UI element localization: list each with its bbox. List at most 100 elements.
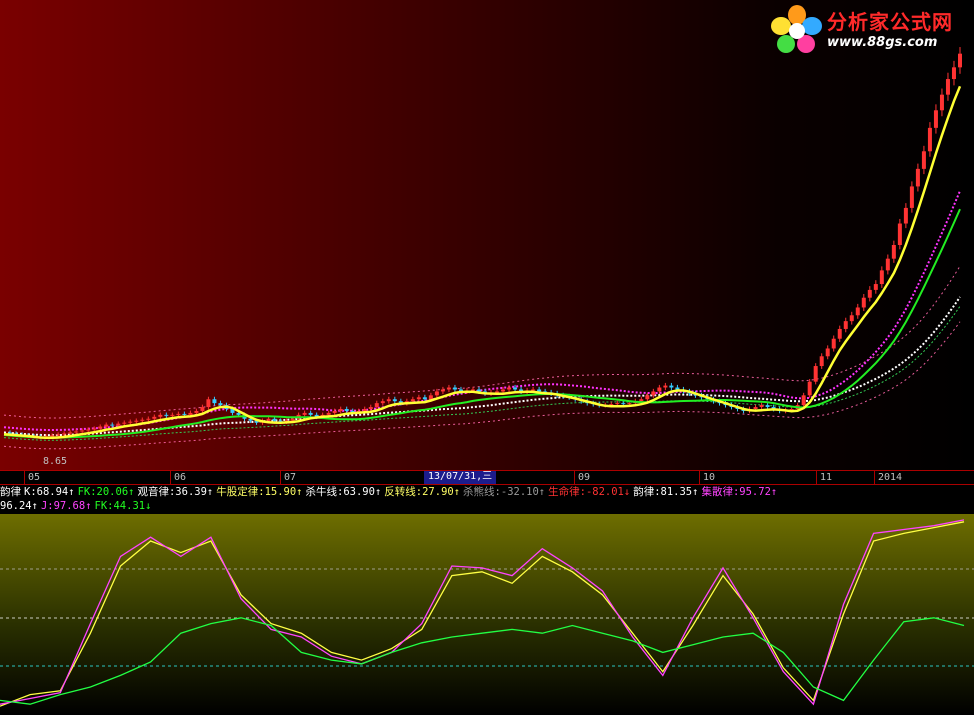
candle-body [212, 399, 217, 404]
legend-entry: 韵律:81.35↑ [633, 486, 699, 498]
candle-body [308, 412, 313, 415]
candle-body [362, 409, 367, 411]
date-cursor-label: 13/07/31,三 [424, 471, 497, 484]
candle-body [434, 391, 439, 396]
date-axis: 05 06 07 13/07/31,三 09 10 11 2014 [0, 470, 974, 485]
candle-body [158, 414, 163, 417]
candle-body [945, 79, 950, 95]
candle-body [903, 207, 908, 224]
candle-body [867, 289, 872, 298]
candle-body [134, 420, 139, 422]
candle-body [645, 395, 650, 400]
candle-body [80, 430, 85, 432]
legend-entry: 牛股定律:15.90↑ [216, 486, 303, 498]
legend-entry: FK:20.06↑ [77, 486, 135, 498]
candle-body [56, 434, 61, 436]
candle-body [657, 387, 662, 392]
candle-body [843, 321, 848, 329]
date-tick-label: 07 [284, 472, 297, 483]
candle-body [50, 435, 55, 437]
date-tick-label: 05 [28, 472, 41, 483]
price-chart[interactable] [0, 0, 974, 470]
candle-body [338, 409, 343, 411]
candle-body [146, 418, 151, 420]
oscillator-chart[interactable] [0, 514, 974, 715]
candle-body [639, 399, 644, 402]
candle-body [753, 407, 758, 409]
date-tick-mark [699, 471, 700, 484]
candle-body [801, 395, 806, 406]
candle-body [819, 356, 824, 367]
date-tick-mark [874, 471, 875, 484]
legend-entry: 集散律:95.72↑ [701, 486, 778, 498]
candle-body [440, 389, 445, 392]
date-tick-mark [170, 471, 171, 484]
candle-body [92, 428, 97, 430]
candle-body [933, 110, 938, 128]
candle-body [410, 399, 415, 402]
candle-body [897, 223, 902, 245]
candle-body [513, 387, 518, 390]
candle-body [188, 412, 193, 415]
candle-body [86, 429, 91, 431]
site-logo: 分析家公式网 www.88gs.com [770, 4, 966, 56]
candle-body [266, 418, 271, 421]
candle-body [218, 403, 223, 406]
legend-entry: 杀牛线:63.90↑ [305, 486, 382, 498]
candle-body [849, 315, 854, 322]
candle-body [627, 403, 632, 405]
candle-body [813, 366, 818, 382]
date-tick-mark [574, 471, 575, 484]
candle-body [140, 419, 145, 421]
candle-body [368, 407, 373, 409]
candle-body [885, 258, 890, 271]
candle-body [531, 389, 536, 391]
candle-body [194, 410, 199, 413]
price-low-label: 8.65 [43, 456, 68, 467]
candle-body [495, 391, 500, 393]
candle-body [290, 418, 295, 421]
flower-logo-icon [771, 5, 822, 53]
candle-body [164, 414, 169, 416]
date-tick-label: 09 [578, 472, 591, 483]
candle-body [915, 168, 920, 187]
candle-body [855, 307, 860, 316]
candle-body [272, 418, 277, 421]
date-tick-label: 10 [703, 472, 716, 483]
candle-body [507, 387, 512, 390]
candle-body [152, 416, 157, 419]
candle-body [344, 409, 349, 411]
logo-url[interactable]: www.88gs.com [827, 35, 937, 50]
candle-body [176, 413, 181, 415]
candle-body [206, 399, 211, 408]
candle-body [951, 67, 956, 80]
date-tick-label: 11 [820, 472, 833, 483]
date-tick-mark [816, 471, 817, 484]
candle-body [200, 407, 205, 411]
date-tick-mark [24, 471, 25, 484]
date-tick-label: 06 [174, 472, 187, 483]
candle-body [182, 413, 187, 415]
candle-body [615, 403, 620, 405]
candle-body [879, 270, 884, 285]
candle-body [332, 410, 337, 413]
candle-body [68, 432, 73, 434]
candle-body [891, 245, 896, 259]
legend-entry: 反转线:27.90↑ [384, 486, 461, 498]
candle-body [422, 397, 427, 400]
candle-body [116, 423, 121, 426]
legend-entry: 观音律:36.39↑ [137, 486, 214, 498]
legend-entry: FK:44.31↓ [94, 500, 152, 512]
candle-body [470, 389, 475, 391]
candle-body [927, 127, 932, 152]
candle-body [621, 403, 626, 405]
candle-body [446, 387, 451, 390]
candle-body [236, 412, 241, 415]
candle-body [807, 381, 812, 396]
candle-body [98, 426, 103, 429]
candle-body [326, 412, 331, 415]
indicator-legend-row-2: 96.24↑ J:97.68↑ FK:44.31↓ [0, 499, 974, 513]
candle-body [392, 399, 397, 402]
candle-body [825, 348, 830, 357]
candle-body [476, 389, 481, 392]
